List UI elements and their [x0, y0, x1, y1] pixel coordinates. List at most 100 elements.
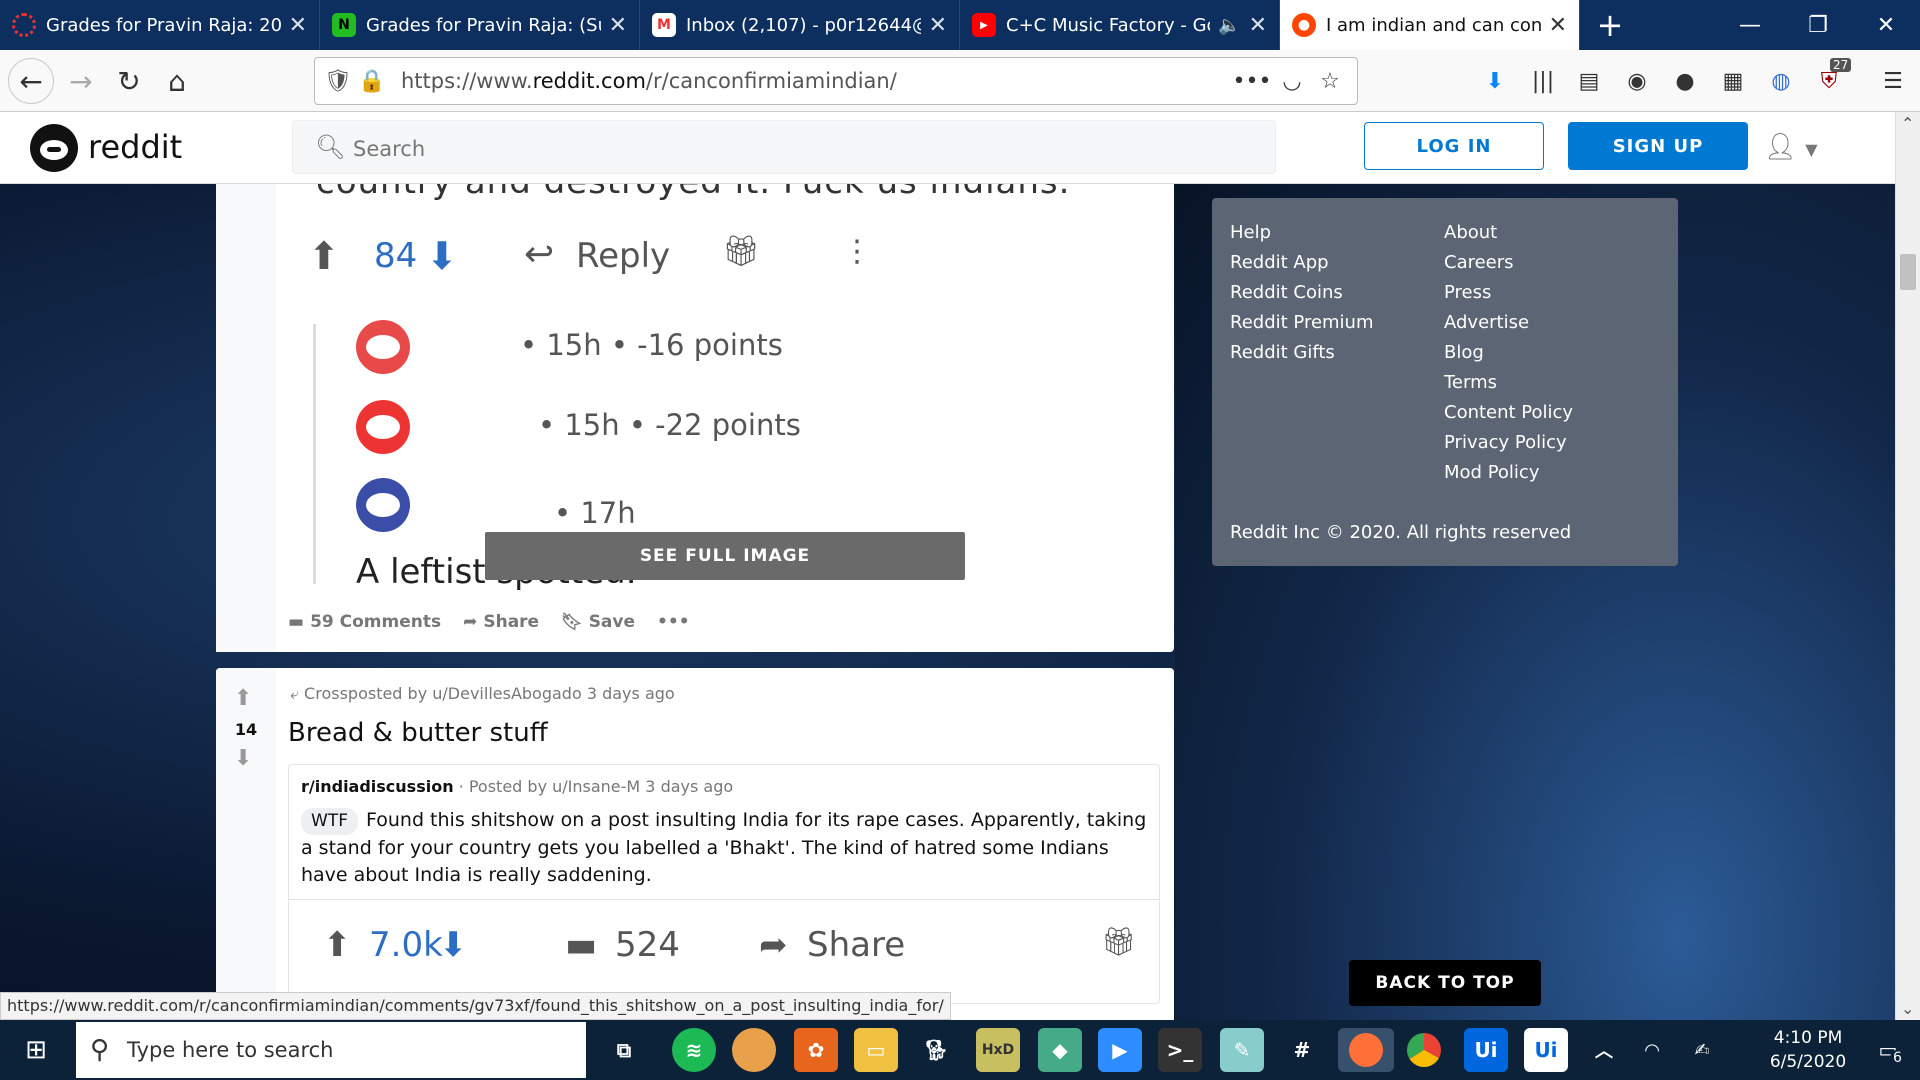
reader-icon[interactable]: ▦	[1716, 64, 1750, 98]
footer-link-reddit-app[interactable]: Reddit App	[1230, 248, 1374, 278]
bookmark-icon: 🔖︎	[561, 612, 583, 632]
post-card[interactable]: ⬆ 14 ⬇ ⤶ Crossposted by u/DevillesAbogad…	[216, 668, 1174, 1020]
post-title[interactable]: Bread & butter stuff	[288, 718, 548, 748]
pen-app-icon[interactable]: ✎	[1220, 1028, 1264, 1072]
taskbar-search[interactable]: ⚲ Type here to search	[76, 1022, 586, 1078]
uipath-icon[interactable]: Ui	[1464, 1028, 1508, 1072]
account-icon[interactable]: ◉	[1620, 64, 1654, 98]
avatar	[356, 400, 410, 454]
footer-link-reddit-coins[interactable]: Reddit Coins	[1230, 278, 1374, 308]
footer-link-privacy-policy[interactable]: Privacy Policy	[1444, 428, 1573, 458]
user-menu-dropdown[interactable]: 👤︎ ▼	[1764, 132, 1818, 162]
close-icon[interactable]: ✕	[609, 13, 627, 38]
library-icon[interactable]: |||	[1526, 64, 1560, 98]
footer-link-reddit-gifts[interactable]: Reddit Gifts	[1230, 338, 1374, 368]
footer-link-careers[interactable]: Careers	[1444, 248, 1573, 278]
spotify-icon[interactable]: ≋	[672, 1028, 716, 1072]
reddit-wordmark[interactable]: reddit	[88, 128, 182, 166]
tab-inbox[interactable]: M Inbox (2,107) - p0r12644@m ✕	[640, 0, 960, 50]
pen-icon[interactable]: ✍	[1680, 1028, 1724, 1072]
vpn-icon[interactable]: ◍	[1764, 64, 1798, 98]
zoom-icon[interactable]: ▶	[1098, 1028, 1142, 1072]
hxd-icon[interactable]: HxD	[976, 1028, 1020, 1072]
tab-label: Grades for Pravin Raja: (Sumr	[366, 14, 601, 36]
share-button[interactable]: ➦ Share	[463, 612, 539, 632]
task-view-icon[interactable]: ⧉	[602, 1028, 646, 1072]
close-icon[interactable]: ✕	[1249, 13, 1267, 38]
tab-reddit[interactable]: ● I am indian and can confirm ✕	[1280, 0, 1580, 50]
time: 4:10 PM	[1773, 1028, 1843, 1048]
scrollbar[interactable]: ⌃ ⌄	[1895, 112, 1920, 1020]
thread-line	[313, 324, 316, 584]
tab-grades-1[interactable]: Grades for Pravin Raja: 20/SU ✕	[0, 0, 320, 50]
shield-icon[interactable]: 🛡	[321, 64, 355, 98]
menu-icon[interactable]: ☰	[1876, 64, 1910, 98]
office-icon[interactable]: ✿	[794, 1028, 838, 1072]
footer-link-advertise[interactable]: Advertise	[1444, 308, 1573, 338]
minimize-button[interactable]: —	[1716, 0, 1784, 50]
close-icon[interactable]: ✕	[929, 13, 947, 38]
post-card[interactable]: country and destroyed it. Fuck us indian…	[216, 184, 1174, 652]
close-icon[interactable]: ✕	[1549, 13, 1567, 38]
reload-button[interactable]: ↻	[106, 58, 152, 104]
chrome-icon[interactable]	[1402, 1028, 1446, 1072]
login-button[interactable]: LOG IN	[1364, 122, 1544, 170]
terminal-icon[interactable]: >_	[1158, 1028, 1202, 1072]
scrollbar-thumb[interactable]	[1900, 254, 1916, 290]
back-button[interactable]: ←	[8, 58, 54, 104]
footer-link-help[interactable]: Help	[1230, 218, 1374, 248]
footer-link-content-policy[interactable]: Content Policy	[1444, 398, 1573, 428]
file-explorer-icon[interactable]: ▭	[854, 1028, 898, 1072]
forward-button[interactable]: →	[58, 58, 104, 104]
sidebar-icon[interactable]: ▤	[1572, 64, 1606, 98]
bookmark-star-icon[interactable]: ☆	[1313, 64, 1347, 98]
footer-link-about[interactable]: About	[1444, 218, 1573, 248]
more-options-button[interactable]: •••	[657, 612, 690, 632]
restore-button[interactable]: ❐	[1784, 0, 1852, 50]
embed-title[interactable]: WTF Found this shitshow on a post insulti…	[301, 807, 1151, 889]
save-button[interactable]: 🔖︎ Save	[561, 612, 635, 632]
subreddit-link[interactable]: r/indiadiscussion	[301, 777, 454, 796]
dog-app-icon[interactable]: 🐕︎	[914, 1028, 958, 1072]
footer-link-press[interactable]: Press	[1444, 278, 1573, 308]
notification-icon[interactable]: ▭	[1866, 1028, 1910, 1072]
url-bar[interactable]: 🛡 🔒 https://www.reddit.com/r/canconfirmi…	[314, 57, 1358, 105]
footer-link-mod-policy[interactable]: Mod Policy	[1444, 458, 1573, 488]
tab-youtube[interactable]: ▶ C+C Music Factory - Gonr 🔈 ✕	[960, 0, 1280, 50]
close-icon[interactable]: ✕	[289, 13, 307, 38]
git-icon[interactable]: ◆	[1038, 1028, 1082, 1072]
downvote-icon[interactable]: ⬇	[234, 746, 252, 771]
footer-link-blog[interactable]: Blog	[1444, 338, 1573, 368]
back-to-top-button[interactable]: BACK TO TOP	[1349, 960, 1541, 1006]
footer-link-terms[interactable]: Terms	[1444, 368, 1573, 398]
tab-grades-2[interactable]: N Grades for Pravin Raja: (Sumr ✕	[320, 0, 640, 50]
clock[interactable]: 4:10 PM 6/5/2020	[1748, 1026, 1868, 1074]
footer-link-reddit-premium[interactable]: Reddit Premium	[1230, 308, 1374, 338]
search-input[interactable]: 🔍︎ Search	[292, 120, 1276, 174]
uipath-studio-icon[interactable]: Ui	[1524, 1028, 1568, 1072]
see-full-image-button[interactable]: SEE FULL IMAGE	[485, 532, 965, 580]
pocket-icon[interactable]: ◡	[1275, 64, 1309, 98]
signup-button[interactable]: SIGN UP	[1568, 122, 1748, 170]
lock-icon[interactable]: 🔒	[355, 64, 389, 98]
upvote-icon[interactable]: ⬆	[234, 686, 252, 711]
embed-vote-count: 7.0k	[369, 925, 443, 965]
crosspost-embed[interactable]: r/indiadiscussion · Posted by u/Insane-M…	[288, 764, 1160, 1004]
wifi-icon[interactable]: ◠	[1630, 1028, 1674, 1072]
scroll-down-icon[interactable]: ⌄	[1901, 999, 1914, 1018]
reddit-logo-icon[interactable]	[30, 124, 78, 172]
download-icon[interactable]: ⬇	[1478, 64, 1512, 98]
home-button[interactable]: ⌂	[154, 58, 200, 104]
chevron-up-icon[interactable]: ︿	[1582, 1028, 1626, 1072]
firefox-icon[interactable]	[1338, 1028, 1394, 1072]
more-actions-icon[interactable]: •••	[1233, 64, 1272, 98]
slack-icon[interactable]: #	[1280, 1028, 1324, 1072]
new-tab-button[interactable]: +	[1580, 0, 1640, 50]
extension-icon[interactable]: ●	[1668, 64, 1702, 98]
weather-icon[interactable]	[732, 1028, 776, 1072]
close-window-button[interactable]: ✕	[1852, 0, 1920, 50]
comments-button[interactable]: ▬ 59 Comments	[288, 612, 441, 632]
windows-start-icon[interactable]: ⊞	[0, 1020, 72, 1080]
speaker-icon[interactable]: 🔈	[1218, 15, 1240, 36]
scroll-up-icon[interactable]: ⌃	[1901, 114, 1914, 133]
